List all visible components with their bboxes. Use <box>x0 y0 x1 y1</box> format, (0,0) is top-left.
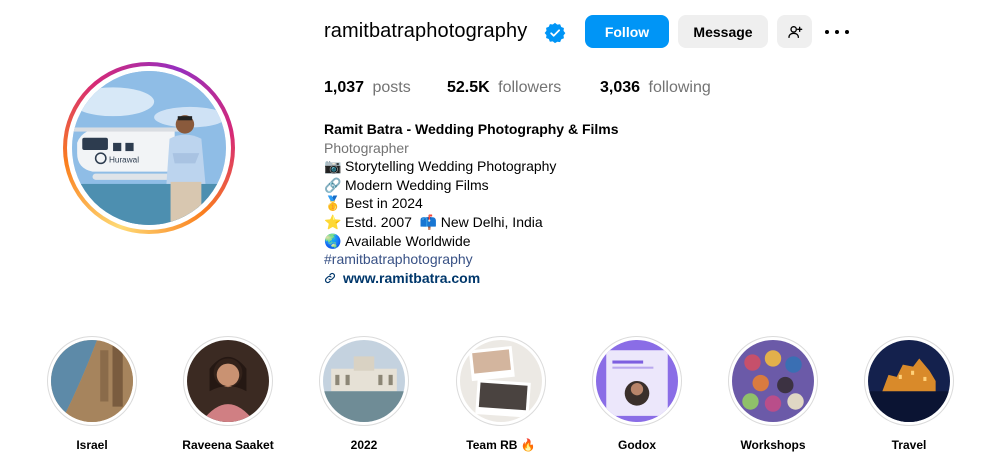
suggest-accounts-button[interactable] <box>777 15 812 48</box>
more-dots-icon <box>835 30 839 34</box>
bio-full-name: Ramit Batra - Wedding Photography & Film… <box>324 121 619 137</box>
profile-username: ramitbatraphotography <box>324 20 528 42</box>
bio-line: 📷 Storytelling Wedding Photography <box>324 157 619 176</box>
message-button[interactable]: Message <box>678 15 768 48</box>
highlight-ring <box>592 336 682 426</box>
verified-badge-icon <box>544 22 566 44</box>
highlight-ring <box>728 336 818 426</box>
highlight-2022[interactable]: 2022 <box>318 336 410 452</box>
avatar-border: Hurawal <box>67 66 231 230</box>
following-link[interactable]: 3,036 following <box>600 79 711 97</box>
highlight-label: Workshops <box>740 438 806 452</box>
highlight-israel[interactable]: Israel <box>46 336 138 452</box>
link-emoji-icon: 🔗 <box>324 176 342 193</box>
highlight-cover <box>732 340 814 422</box>
highlight-cover-image <box>51 340 133 422</box>
more-dots-icon <box>825 30 829 34</box>
highlight-cover-image <box>460 340 542 422</box>
more-dots-icon <box>845 30 849 34</box>
highlight-workshops[interactable]: Workshops <box>727 336 819 452</box>
avatar-photo: Hurawal <box>72 71 226 225</box>
bio-line-text: Best in 2024 <box>345 195 423 212</box>
highlight-cover <box>460 340 542 422</box>
bio-line: 🔗 Modern Wedding Films <box>324 176 619 195</box>
highlight-cover <box>187 340 269 422</box>
highlight-cover-image <box>732 340 814 422</box>
highlight-label: Israel <box>76 438 108 452</box>
highlight-travel[interactable]: Travel <box>863 336 955 452</box>
highlight-label: Raveena Saaket <box>182 438 274 452</box>
posts-count-value: 1,037 <box>324 79 365 96</box>
bio-line-text: Storytelling Wedding Photography <box>345 158 557 175</box>
bio-line: ⭐ Estd. 2007 📫 New Delhi, India <box>324 213 619 232</box>
highlight-cover-image <box>868 340 950 422</box>
highlight-label: Team RB 🔥 <box>466 438 536 452</box>
following-count-value: 3,036 <box>600 79 641 96</box>
bio-line-text: New Delhi, India <box>440 213 543 230</box>
camera-icon: 📷 <box>324 158 342 175</box>
bio-line: 🥇 Best in 2024 <box>324 194 619 213</box>
highlight-cover <box>323 340 405 422</box>
bio-line-text: Available Worldwide <box>345 232 471 249</box>
highlight-cover-image <box>323 340 405 422</box>
highlight-label: 2022 <box>350 438 378 452</box>
highlight-ring <box>183 336 273 426</box>
story-highlights: Israel Raveena Saaket 2022 Team RB 🔥 God… <box>46 336 966 466</box>
highlight-cover <box>868 340 950 422</box>
website-link[interactable]: www.ramitbatra.com <box>324 269 619 288</box>
avatar[interactable]: Hurawal <box>72 71 226 225</box>
profile-avatar-ring[interactable]: Hurawal <box>63 62 235 234</box>
highlight-ring <box>319 336 409 426</box>
followers-count-value: 52.5K <box>447 79 490 96</box>
website-url: www.ramitbatra.com <box>343 269 481 286</box>
highlight-cover <box>596 340 678 422</box>
bio-line: 🌏 Available Worldwide <box>324 232 619 251</box>
profile-bio: Ramit Batra - Wedding Photography & Film… <box>324 120 619 287</box>
highlight-label: Travel <box>891 438 927 452</box>
highlight-ring <box>864 336 954 426</box>
highlight-raveena-saaket[interactable]: Raveena Saaket <box>182 336 274 452</box>
followers-link[interactable]: 52.5K followers <box>447 79 561 97</box>
highlight-cover-image <box>596 340 678 422</box>
bio-line-text: Modern Wedding Films <box>345 176 489 193</box>
bio-category: Photographer <box>324 139 409 156</box>
highlight-cover <box>51 340 133 422</box>
bio-hashtag-link[interactable]: #ramitbatraphotography <box>324 250 619 269</box>
star-icon: ⭐ <box>324 213 342 230</box>
globe-icon: 🌏 <box>324 232 342 249</box>
highlight-cover-image <box>187 340 269 422</box>
posts-label: posts <box>372 79 411 96</box>
followers-label: followers <box>498 79 562 96</box>
mailbox-icon: 📫 <box>419 213 438 230</box>
following-label: following <box>648 79 711 96</box>
medal-icon: 🥇 <box>324 195 342 212</box>
add-person-icon <box>787 25 802 38</box>
bio-line-text: Estd. 2007 <box>345 213 412 230</box>
posts-count: 1,037 posts <box>324 79 411 97</box>
highlight-ring <box>47 336 137 426</box>
highlight-team-rb[interactable]: Team RB 🔥 <box>455 336 547 452</box>
options-button[interactable] <box>825 22 849 42</box>
highlight-ring <box>456 336 546 426</box>
highlight-label: Godox <box>618 438 656 452</box>
highlight-godox[interactable]: Godox <box>591 336 683 452</box>
svg-text:Hurawal: Hurawal <box>109 155 139 164</box>
follow-button[interactable]: Follow <box>585 15 669 48</box>
link-icon <box>325 273 335 284</box>
